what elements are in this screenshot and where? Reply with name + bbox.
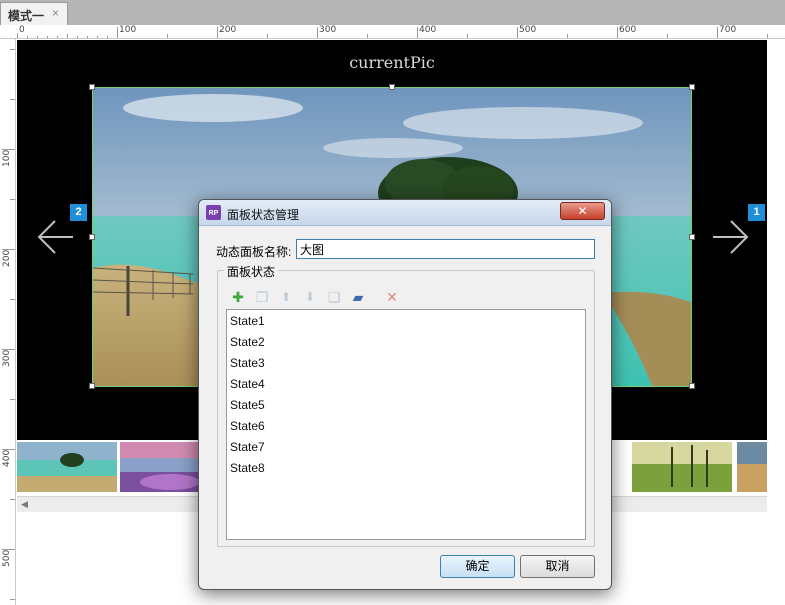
ruler-label: 200 [2, 249, 12, 267]
horizontal-ruler: 0 100 200 300 400 500 600 700 [0, 25, 785, 39]
tab-close-icon[interactable]: × [52, 6, 59, 20]
ruler-label: 400 [2, 449, 12, 467]
dialog-titlebar[interactable]: RP 面板状态管理 ✕ [199, 200, 611, 226]
move-down-icon[interactable]: ⬇ [302, 289, 318, 305]
panel-name-label: 动态面板名称: [216, 245, 292, 259]
delete-state-icon[interactable]: ✕ [384, 289, 400, 305]
badge-left: 2 [70, 204, 87, 221]
ruler-ticks [17, 27, 768, 38]
scroll-left-icon[interactable]: ◀ [21, 499, 28, 510]
ruler-label: 100 [2, 149, 12, 167]
list-item[interactable]: State6 [230, 419, 265, 433]
state-list[interactable]: State1 State2 State3 State4 State5 State… [226, 309, 586, 540]
close-button[interactable]: ✕ [560, 202, 605, 220]
current-pic-label: currentPic [349, 53, 435, 72]
ruler-label: 100 [119, 25, 137, 35]
dialog-title: 面板状态管理 [227, 208, 300, 222]
next-arrow-icon[interactable] [711, 218, 751, 258]
resize-handle[interactable] [689, 383, 695, 389]
list-item[interactable]: State1 [230, 314, 265, 328]
cancel-button[interactable]: 取消 [520, 555, 595, 578]
list-item[interactable]: State4 [230, 377, 265, 391]
thumbnail[interactable] [632, 442, 732, 492]
thumbnail[interactable] [17, 442, 117, 492]
previous-arrow-icon[interactable] [35, 218, 75, 258]
ruler-label: 400 [419, 25, 437, 35]
resize-handle[interactable] [89, 383, 95, 389]
move-up-icon[interactable]: ⬆ [278, 289, 294, 305]
panel-state-manager-dialog: RP 面板状态管理 ✕ 动态面板名称: 面板状态 ✚ ❐ ⬆ ⬇ ❏ ▰ ✕ S… [198, 199, 612, 590]
resize-handle[interactable] [689, 84, 695, 90]
ruler-label: 300 [319, 25, 337, 35]
list-item[interactable]: State3 [230, 356, 265, 370]
list-item[interactable]: State8 [230, 461, 265, 475]
panel-name-input[interactable] [296, 239, 595, 259]
edit-state-icon[interactable]: ▰ [350, 289, 366, 305]
badge-right: 1 [748, 204, 765, 221]
vertical-ruler: 100 200 300 400 500 [0, 39, 16, 605]
ruler-label: 300 [2, 349, 12, 367]
tab-mode-one[interactable]: 模式一 × [0, 2, 68, 25]
ruler-label: 0 [19, 25, 25, 35]
resize-handle[interactable] [89, 234, 95, 240]
ruler-label: 600 [619, 25, 637, 35]
ruler-ticks [2, 49, 15, 600]
panel-states-label: 面板状态 [224, 263, 279, 280]
ruler-label: 500 [519, 25, 537, 35]
resize-handle[interactable] [389, 84, 395, 90]
ruler-label: 500 [2, 549, 12, 567]
copy-state-icon[interactable]: ❏ [326, 289, 342, 305]
ruler-label: 200 [219, 25, 237, 35]
document-tab-bar: 模式一 × [0, 0, 785, 25]
resize-handle[interactable] [689, 234, 695, 240]
add-state-icon[interactable]: ✚ [230, 289, 246, 305]
ruler-label: 700 [719, 25, 737, 35]
list-item[interactable]: State2 [230, 335, 265, 349]
ok-button[interactable]: 确定 [440, 555, 515, 578]
list-item[interactable]: State7 [230, 440, 265, 454]
tab-label: 模式一 [8, 9, 45, 23]
duplicate-state-icon[interactable]: ❐ [254, 289, 270, 305]
thumbnail[interactable] [737, 442, 767, 492]
list-item[interactable]: State5 [230, 398, 265, 412]
rp-logo-icon: RP [206, 205, 221, 220]
resize-handle[interactable] [89, 84, 95, 90]
